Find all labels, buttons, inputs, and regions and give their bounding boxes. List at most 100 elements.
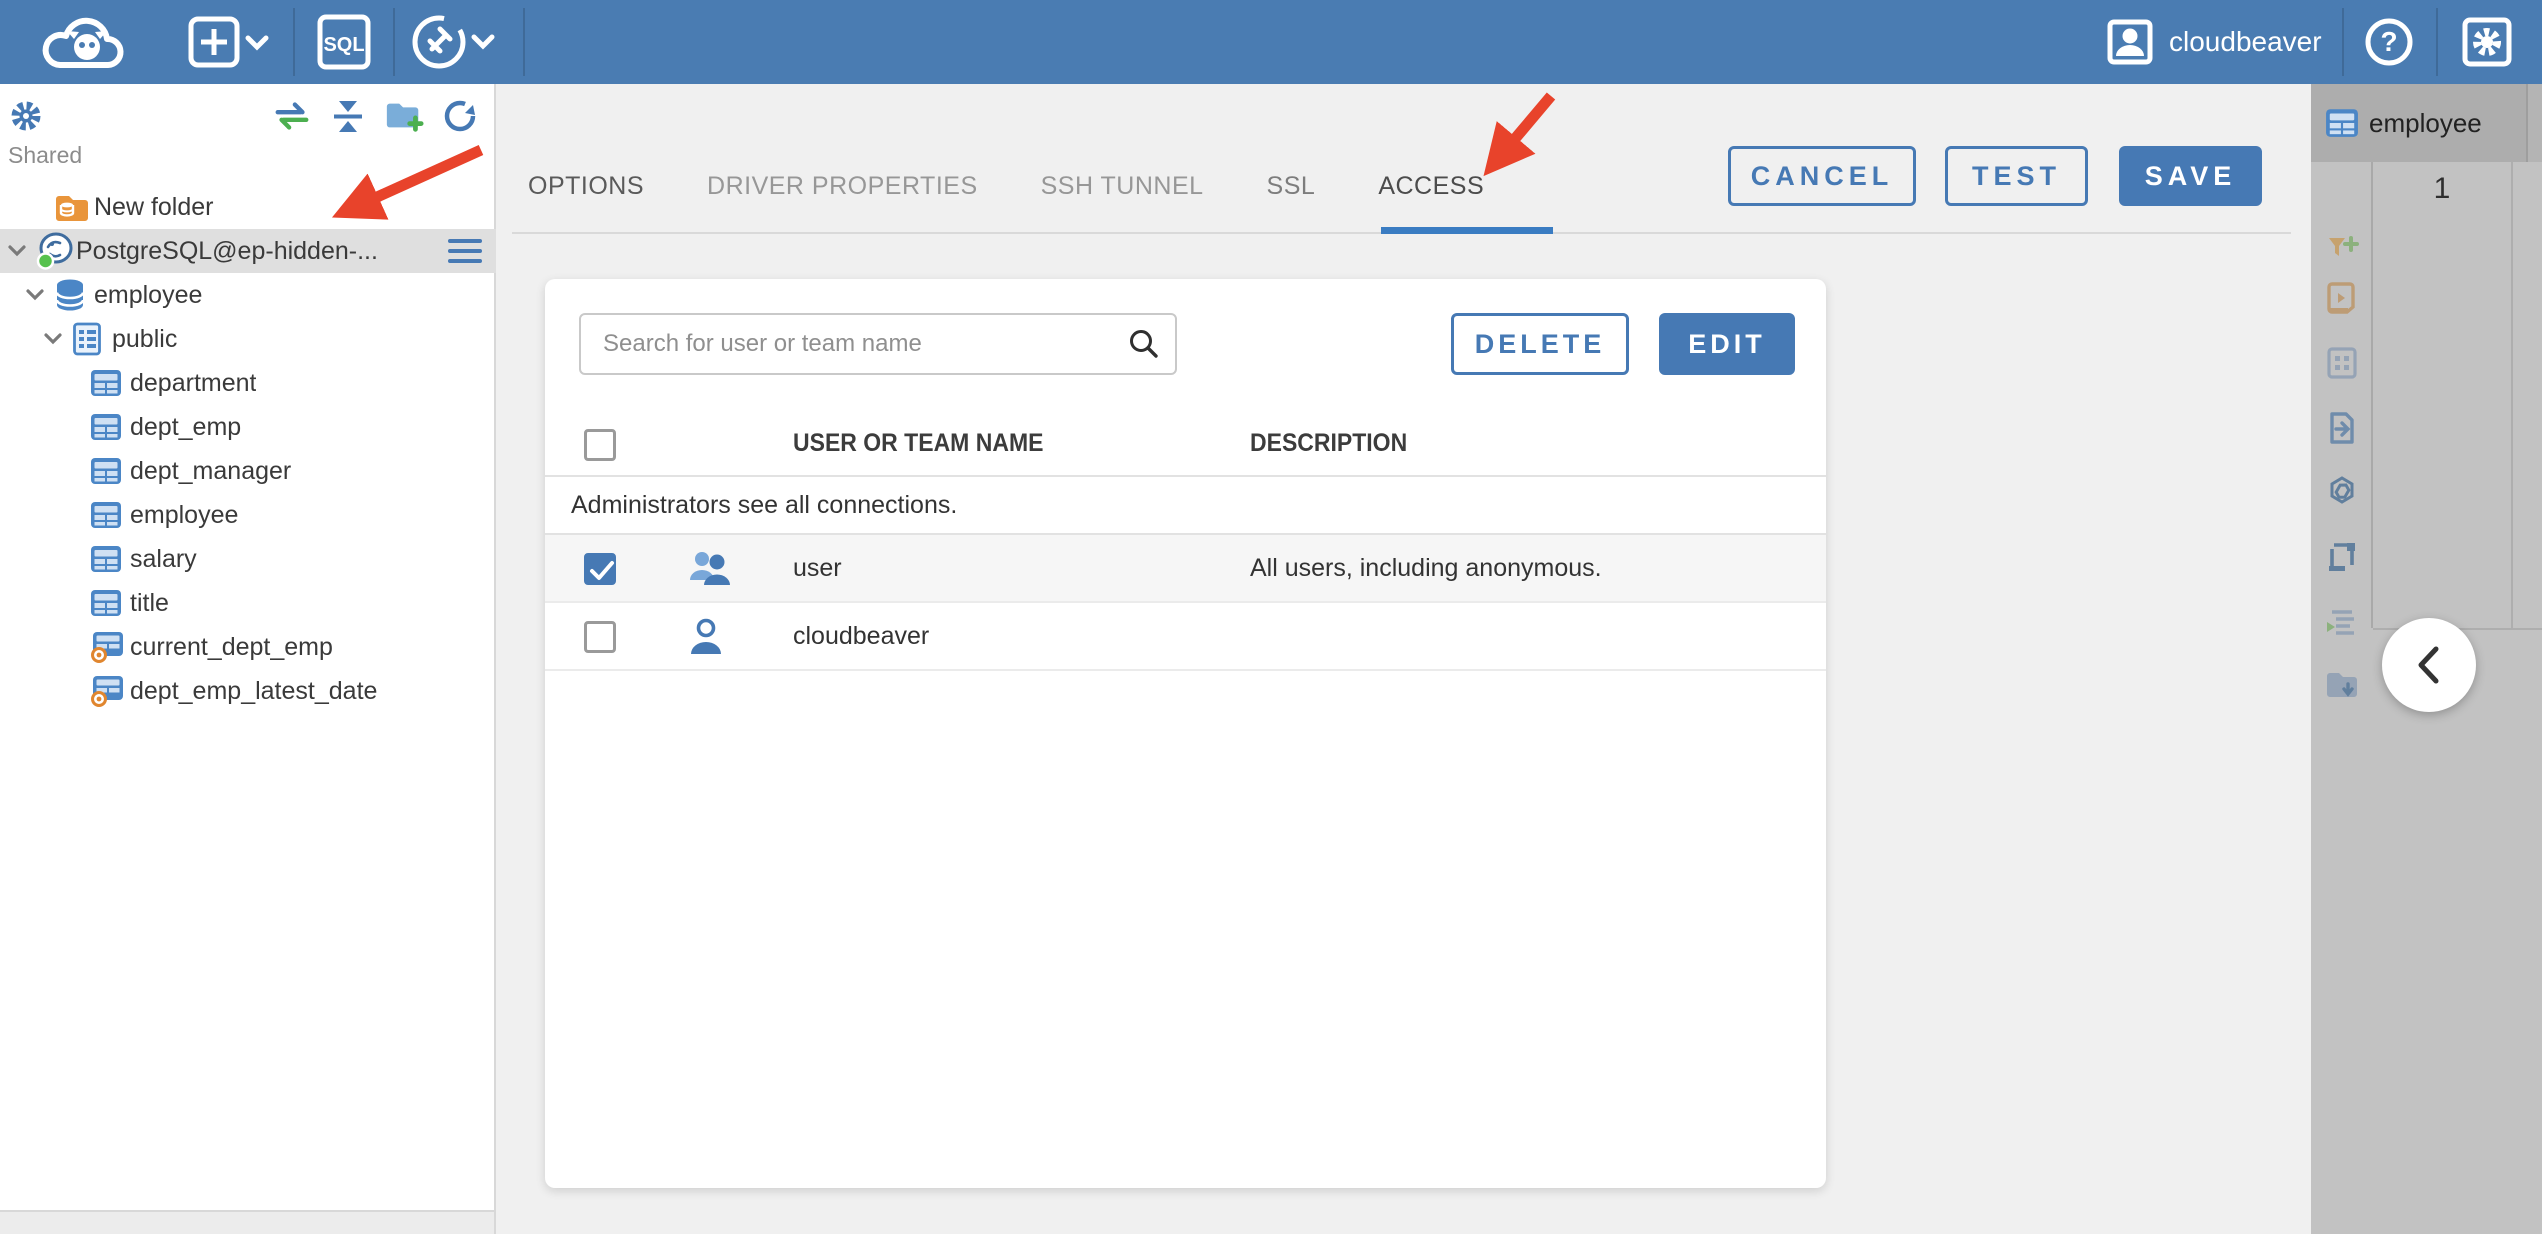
tree-item-label: dept_manager [130,456,292,485]
access-row-cloudbeaver[interactable]: cloudbeaver [545,603,1826,671]
header-divider [2342,8,2344,76]
postgresql-icon [36,232,76,270]
tree-item-label: department [130,368,257,397]
table-icon [90,545,130,573]
chevron-left-icon [2418,646,2439,684]
tree-item-table[interactable]: employee [0,493,496,537]
view-icon [90,675,130,707]
tree-item-label: PostgreSQL@ep-hidden-... [76,236,378,265]
grid-view-button[interactable] [2324,345,2360,381]
editor-toolbar [2311,162,2373,697]
tree-scrollbar-track[interactable] [0,1210,494,1234]
tree-item-database-employee[interactable]: employee [0,273,496,317]
access-table-header: USER OR TEAM NAME DESCRIPTION [545,413,1826,477]
editor-tab-strip: employee [2311,84,2542,162]
tree-item-label: dept_emp_latest_date [130,676,378,705]
header-divider [523,8,525,76]
tree-item-label: employee [94,280,203,309]
tree-item-table[interactable]: salary [0,537,496,581]
save-button[interactable]: SAVE [2119,146,2262,206]
delete-button[interactable]: DELETE [1451,313,1629,375]
chevron-down-icon[interactable] [26,289,54,301]
help-button[interactable]: ? [2364,0,2414,84]
new-folder-button[interactable] [384,96,424,136]
admin-info-row: Administrators see all connections. [545,477,1826,535]
collapse-panel-button[interactable] [2382,618,2476,712]
row-checkbox[interactable] [584,621,616,653]
settings-button[interactable] [2462,0,2512,84]
gear-icon [11,101,41,131]
export-data-button[interactable] [2324,410,2360,446]
edit-button[interactable]: EDIT [1659,313,1795,375]
tree-section-label: Shared [8,142,83,168]
tree-item-table[interactable]: dept_manager [0,449,496,493]
access-row-user[interactable]: user All users, including anonymous. [545,535,1826,603]
new-connection-button[interactable] [188,0,272,84]
tree-item-table[interactable]: department [0,361,496,405]
save-results-button[interactable] [2324,667,2360,703]
collapse-all-button[interactable] [328,96,368,136]
editor-tab-employee[interactable]: employee [2311,84,2528,162]
connection-wizard-button[interactable] [410,0,500,84]
tab-ssh-tunnel[interactable]: SSH TUNNEL [1041,172,1204,201]
tree-item-view[interactable]: current_dept_emp [0,625,496,669]
tree-item-label: salary [130,544,197,573]
access-panel: DELETE EDIT USER OR TEAM NAME DESCRIPTIO… [545,279,1826,1188]
tab-ssl[interactable]: SSL [1267,172,1316,201]
link-arrows-icon [275,102,309,130]
chevron-down-icon[interactable] [8,245,36,257]
openai-button[interactable] [2324,474,2360,510]
row-checkbox[interactable] [584,553,616,585]
row-name: cloudbeaver [793,622,930,650]
add-filter-button[interactable] [2324,230,2360,266]
execution-plan-button[interactable] [2324,604,2360,640]
tree-item-label: current_dept_emp [130,632,333,661]
help-icon: ? [2365,18,2413,66]
search-input[interactable] [579,313,1177,375]
active-tab-indicator [1381,227,1553,234]
database-icon [54,278,94,312]
connection-menu-icon[interactable] [448,239,482,263]
cancel-button[interactable]: CANCEL [1728,146,1916,206]
grid-row-number: 1 [2433,172,2451,205]
grid-column-divider [2511,162,2513,628]
user-icon [686,617,726,662]
tree-item-table[interactable]: title [0,581,496,625]
admin-info-text: Administrators see all connections. [571,490,958,519]
refresh-button[interactable] [440,96,480,136]
collapse-all-icon [334,101,362,132]
table-icon [2325,108,2359,138]
test-button[interactable]: TEST [1945,146,2088,206]
user-menu[interactable]: cloudbeaver [2107,0,2322,84]
tab-driver-properties[interactable]: DRIVER PROPERTIES [707,172,978,201]
chevron-down-icon[interactable] [44,333,72,345]
sync-connections-button[interactable] [272,96,312,136]
column-header-name: USER OR TEAM NAME [793,429,1044,457]
search-field [579,313,1177,375]
navigation-tree: New folder PostgreSQL@ep-hidden-... empl… [0,185,496,713]
tree-item-view[interactable]: dept_emp_latest_date [0,669,496,713]
cloudbeaver-logo[interactable] [30,0,140,84]
value-panel-button[interactable] [2324,539,2360,575]
sql-editor-button[interactable]: SQL [316,0,372,84]
tree-item-new-folder[interactable]: New folder [0,185,496,229]
tree-item-label: public [112,324,178,353]
select-all-checkbox[interactable] [584,429,616,461]
tree-item-schema-public[interactable]: public [0,317,496,361]
script-button[interactable] [2324,280,2360,316]
driver-icon [412,15,495,69]
table-icon [90,413,130,441]
tree-item-table[interactable]: dept_emp [0,405,496,449]
table-icon [90,457,130,485]
table-icon [90,589,130,617]
tab-access[interactable]: ACCESS [1378,172,1484,201]
tree-item-postgres-connection[interactable]: PostgreSQL@ep-hidden-... [0,229,496,273]
cloudbeaver-app: SQL cloudbeaver ? Shared New folder Post… [0,0,2542,1234]
table-icon [90,501,130,529]
tab-options[interactable]: OPTIONS [528,172,644,201]
schema-icon [72,322,112,356]
avatar-icon [2107,19,2153,65]
tree-item-label: dept_emp [130,412,242,441]
header-divider [2436,8,2438,76]
tree-settings-button[interactable] [6,96,46,136]
